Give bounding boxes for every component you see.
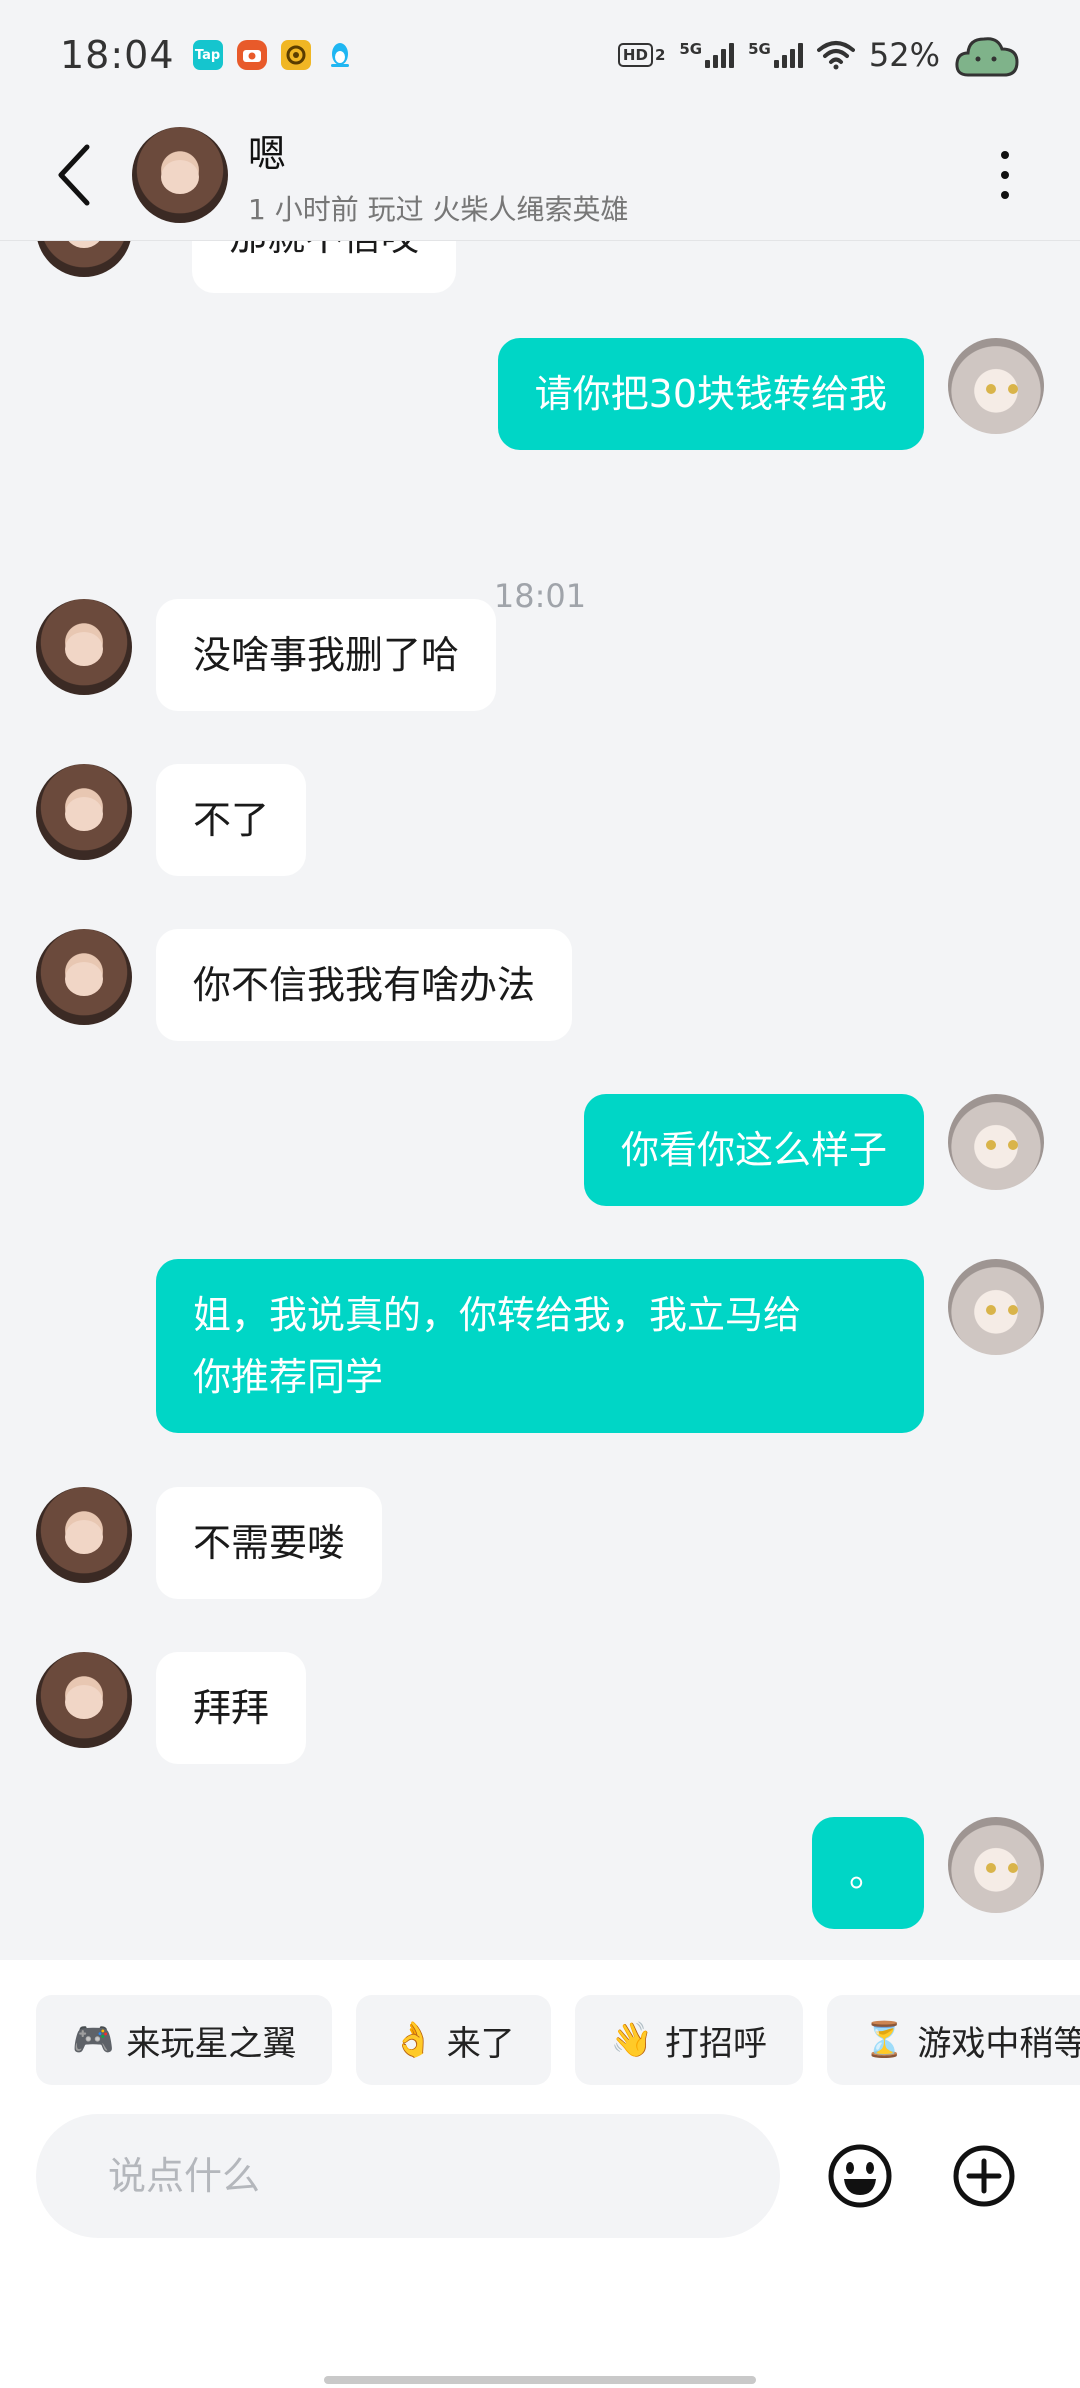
quick-reply-chip[interactable]: 👋 打招呼 bbox=[574, 1995, 804, 2085]
quick-reply-label: 游戏中稍等 bbox=[917, 2023, 1080, 2064]
input-row bbox=[36, 2114, 1044, 2238]
message-bubble-incoming[interactable]: 不了 bbox=[156, 764, 307, 876]
contact-info[interactable]: 嗯 1 小时前 玩过 火柴人绳索英雄 bbox=[248, 123, 629, 228]
my-avatar[interactable] bbox=[948, 338, 1044, 434]
status-bar: 18:04 Tap HD 2 5G 5G 52% bbox=[0, 0, 1080, 110]
ok-hand-icon: 👌 bbox=[392, 2020, 435, 2060]
message-row: 你不信我我有啥办法 bbox=[36, 929, 573, 1041]
contact-status: 1 小时前 玩过 火柴人绳索英雄 bbox=[248, 192, 629, 226]
contact-name: 嗯 bbox=[248, 131, 287, 176]
message-input[interactable] bbox=[36, 2114, 780, 2238]
contact-avatar-small[interactable] bbox=[36, 764, 132, 860]
message-row: 请你把30块钱转给我 bbox=[497, 338, 1044, 450]
message-bubble-incoming[interactable]: 没啥事我删了哈 bbox=[156, 599, 497, 711]
contact-avatar-small[interactable] bbox=[36, 241, 132, 277]
message-bubble-incoming[interactable]: 拜拜 bbox=[156, 1652, 307, 1764]
home-indicator[interactable] bbox=[324, 2376, 756, 2384]
message-row: 不了 bbox=[36, 764, 307, 876]
quick-reply-chip[interactable]: 🎮 来玩星之翼 bbox=[36, 1995, 333, 2085]
gamepad-icon: 🎮 bbox=[72, 2020, 115, 2060]
composer-panel: 🎮 来玩星之翼 👌 来了 👋 打招呼 ⏳ 游戏中稍等 bbox=[0, 1960, 1080, 2388]
quick-reply-label: 打招呼 bbox=[665, 2023, 768, 2064]
my-avatar[interactable] bbox=[948, 1259, 1044, 1355]
camera-app-icon bbox=[236, 40, 267, 70]
message-bubble-incoming[interactable]: 不需要喽 bbox=[156, 1487, 383, 1599]
contact-avatar-small[interactable] bbox=[36, 1487, 132, 1583]
message-row: 姐，我说真的，你转给我，我立马给 你推荐同学 bbox=[156, 1259, 1044, 1433]
quick-reply-bar[interactable]: 🎮 来玩星之翼 👌 来了 👋 打招呼 ⏳ 游戏中稍等 bbox=[36, 1995, 1080, 2085]
status-indicators: HD 2 5G 5G 52% bbox=[617, 31, 1020, 79]
quick-reply-label: 来玩星之翼 bbox=[126, 2023, 297, 2064]
waving-hand-icon: 👋 bbox=[610, 2020, 654, 2060]
hourglass-icon: ⏳ bbox=[863, 2020, 906, 2060]
chat-header: 嗯 1 小时前 玩过 火柴人绳索英雄 bbox=[0, 110, 1080, 240]
message-bubble-outgoing[interactable]: 你看你这么样子 bbox=[583, 1094, 924, 1206]
contact-avatar-small[interactable] bbox=[36, 599, 132, 695]
contact-avatar[interactable] bbox=[132, 127, 228, 223]
hd-voice-icon: HD 2 bbox=[617, 43, 665, 67]
more-options-button[interactable] bbox=[990, 140, 1020, 210]
message-row: 。 bbox=[811, 1817, 1044, 1929]
message-bubble-incoming[interactable]: 那就不信哎 bbox=[192, 241, 457, 293]
message-bubble-outgoing[interactable]: 。 bbox=[811, 1817, 924, 1929]
notification-icons: Tap bbox=[192, 40, 355, 70]
more-actions-button[interactable] bbox=[944, 2136, 1024, 2216]
my-avatar[interactable] bbox=[948, 1817, 1044, 1913]
contact-avatar-small[interactable] bbox=[36, 1652, 132, 1748]
message-bubble-outgoing[interactable]: 请你把30块钱转给我 bbox=[497, 338, 924, 450]
battery-percent: 52% bbox=[868, 36, 940, 74]
tap-app-icon: Tap bbox=[192, 40, 223, 70]
contact-avatar-small[interactable] bbox=[36, 929, 132, 1025]
quick-reply-chip[interactable]: 👌 来了 bbox=[356, 1995, 551, 2085]
emoji-button[interactable] bbox=[820, 2136, 900, 2216]
message-row: 不需要喽 bbox=[36, 1487, 383, 1599]
status-time: 18:04 bbox=[60, 33, 175, 77]
chevron-left-icon bbox=[58, 144, 90, 206]
signal-1-icon: 5G bbox=[679, 42, 735, 68]
message-bubble-incoming[interactable]: 你不信我我有啥办法 bbox=[156, 929, 573, 1041]
back-button[interactable] bbox=[40, 140, 110, 210]
smiley-icon bbox=[828, 2144, 892, 2208]
wifi-icon bbox=[816, 40, 855, 70]
message-bubble-outgoing[interactable]: 姐，我说真的，你转给我，我立马给 你推荐同学 bbox=[156, 1259, 924, 1433]
message-row: 你看你这么样子 bbox=[583, 1094, 1044, 1206]
more-dot-icon bbox=[1001, 151, 1009, 159]
message-row: 拜拜 bbox=[36, 1652, 307, 1764]
plus-circle-icon bbox=[953, 2145, 1015, 2207]
my-avatar[interactable] bbox=[948, 1094, 1044, 1190]
quick-reply-label: 来了 bbox=[446, 2023, 515, 2064]
ring-app-icon bbox=[280, 40, 311, 70]
message-list[interactable]: 那就不信哎 请你把30块钱转给我 18:01 没啥事我删了哈 不了 你不信我我有… bbox=[0, 241, 1080, 1960]
message-row: 没啥事我删了哈 bbox=[36, 599, 497, 711]
battery-icon bbox=[954, 31, 1020, 79]
message-row: 那就不信哎 bbox=[36, 241, 457, 293]
signal-2-icon: 5G bbox=[748, 42, 803, 68]
quick-reply-chip[interactable]: ⏳ 游戏中稍等 bbox=[827, 1995, 1080, 2085]
qq-penguin-icon bbox=[325, 40, 355, 70]
